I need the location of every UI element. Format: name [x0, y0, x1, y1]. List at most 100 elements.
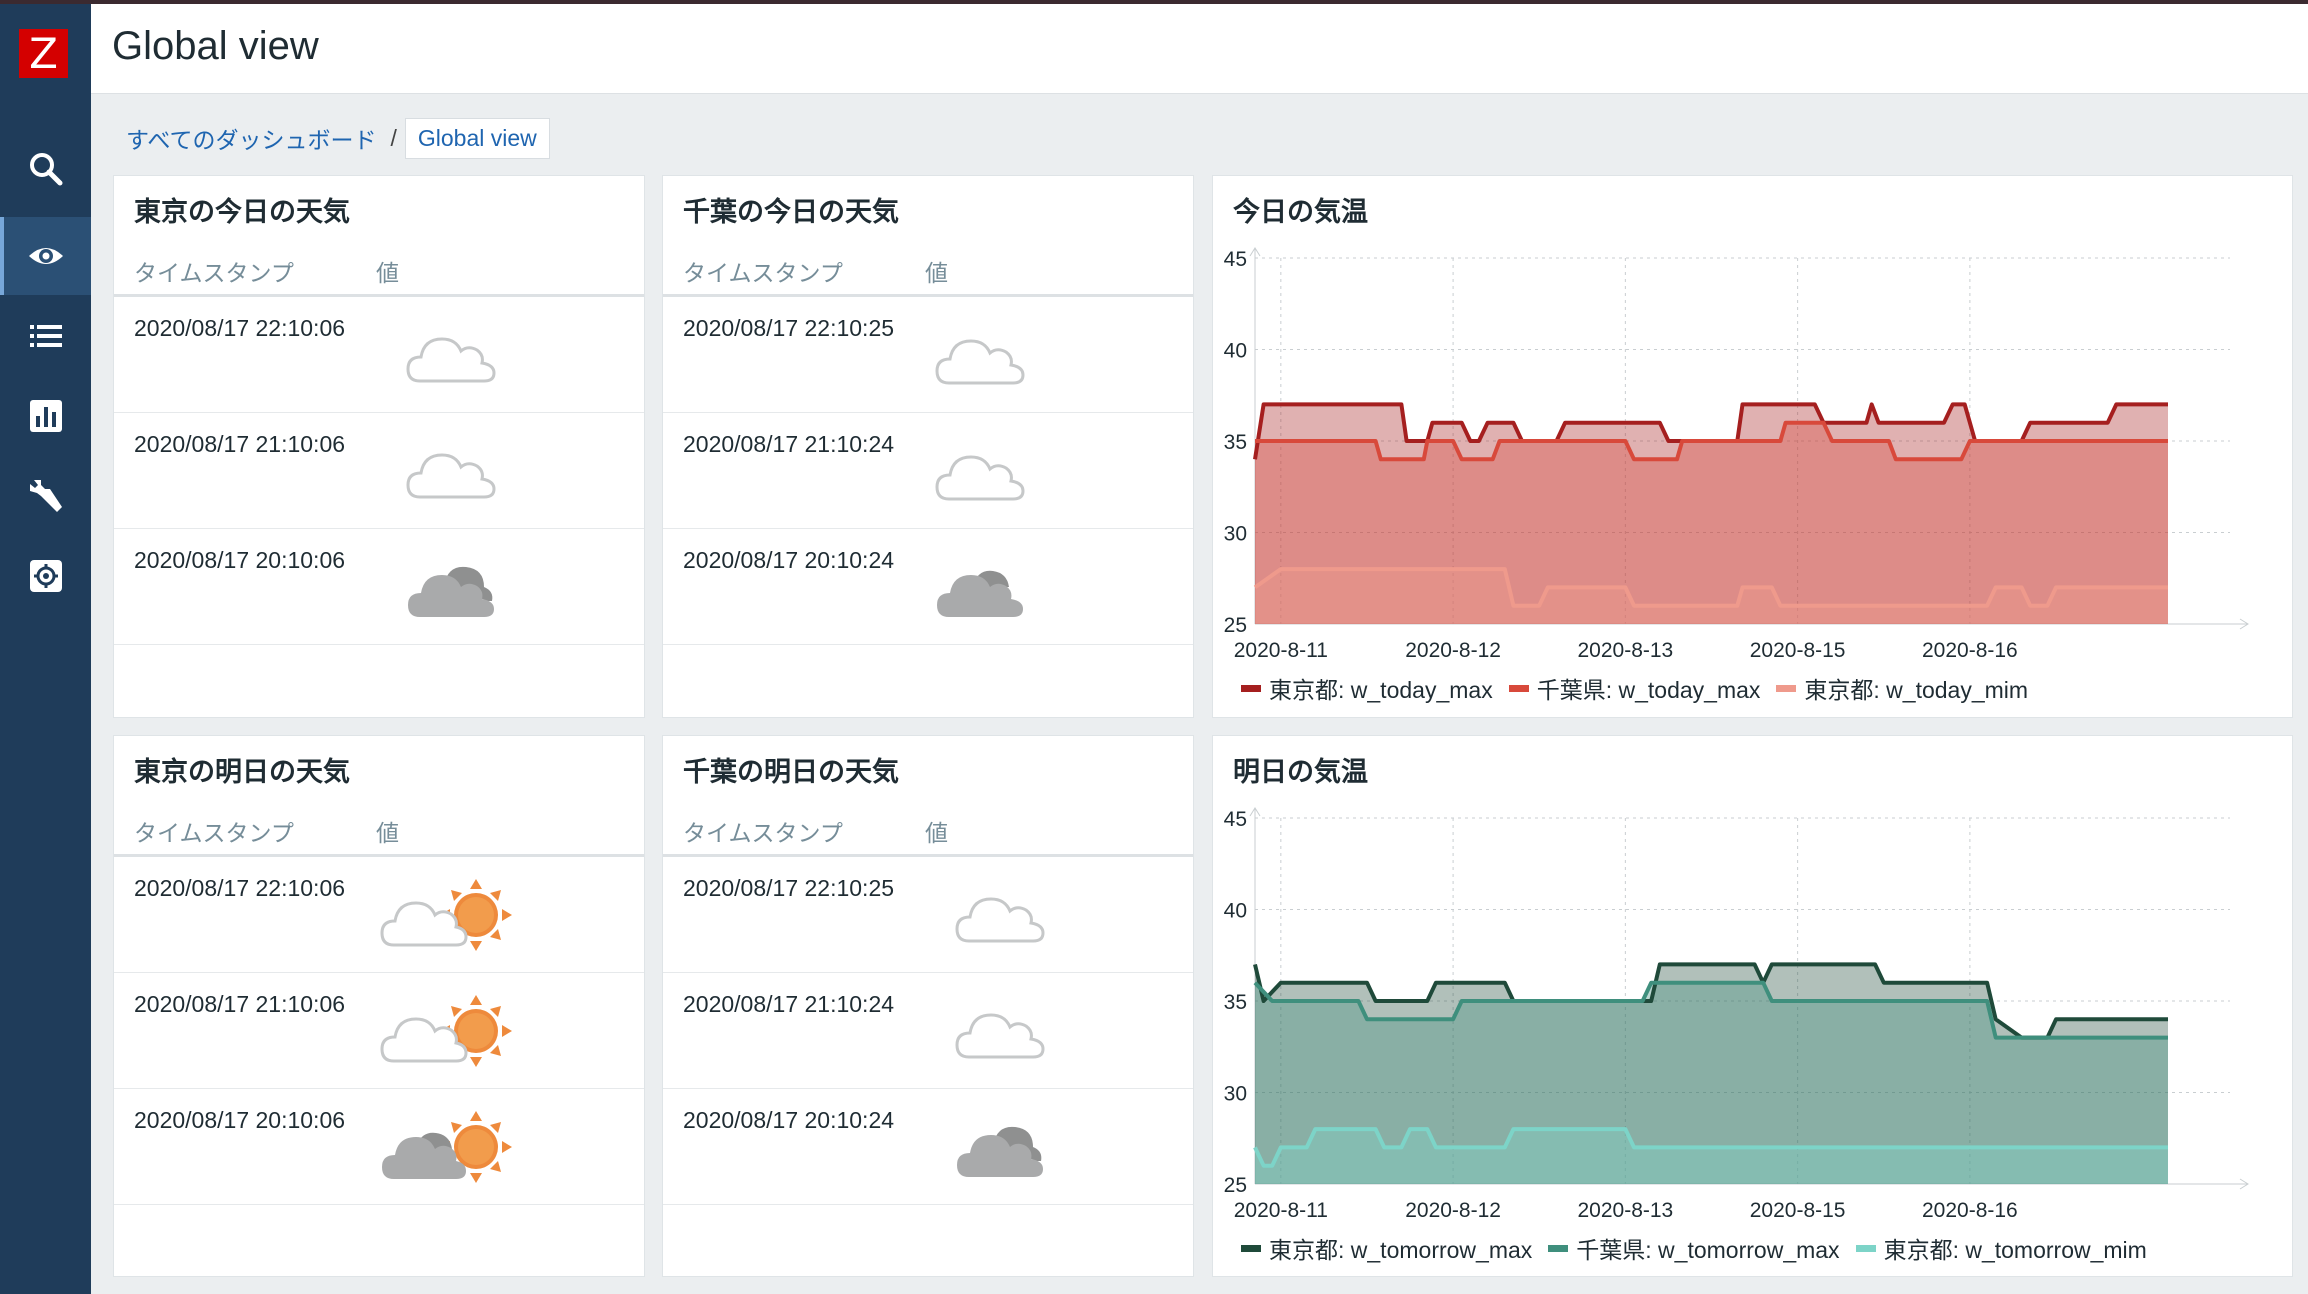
list-icon	[29, 325, 62, 347]
widget-tokyo-tomorrow: 東京の明日の天気 タイムスタンプ 値 2020/08/17 22:10:06 2…	[113, 735, 645, 1277]
widget-title: 千葉の明日の天気	[683, 757, 899, 787]
table-row: 2020/08/17 20:10:24	[663, 529, 1193, 645]
cloud-moon-icon	[933, 307, 1073, 408]
legend-item[interactable]: 千葉県: w_tomorrow_max	[1548, 1231, 1840, 1265]
legend-label: 千葉県: w_tomorrow_max	[1576, 1237, 1840, 1263]
legend-swatch	[1241, 1244, 1261, 1252]
legend-swatch	[1776, 684, 1797, 692]
sidebar-item-monitoring[interactable]	[0, 217, 91, 295]
legend-label: 東京都: w_today_mim	[1804, 677, 2029, 703]
timestamp-cell: 2020/08/17 21:10:06	[134, 431, 346, 457]
y-tick-label: 35	[1224, 431, 1247, 454]
cloud-icon	[404, 307, 500, 408]
table-row: 2020/08/17 22:10:25	[663, 297, 1193, 413]
table-row: 2020/08/17 22:10:25	[663, 857, 1193, 973]
cloud-sun-icon	[380, 983, 520, 1084]
x-tick-label: 2020-8-13	[1577, 1199, 1673, 1222]
legend-item[interactable]: 東京都: w_today_mim	[1776, 671, 2028, 705]
sidebar-item-configuration[interactable]	[0, 457, 91, 535]
table-row: 2020/08/17 21:10:06	[114, 973, 644, 1089]
dark-cloud-sun-icon	[380, 1099, 520, 1200]
legend-item[interactable]: 東京都: w_tomorrow_max	[1241, 1231, 1532, 1265]
sidebar-item-reports[interactable]	[0, 377, 91, 455]
legend-item[interactable]: 千葉県: w_today_max	[1508, 671, 1760, 705]
y-tick-label: 35	[1224, 991, 1247, 1014]
column-header-timestamp: タイムスタンプ	[134, 820, 294, 846]
gear-icon	[29, 560, 62, 592]
table-row: 2020/08/17 21:10:06	[114, 413, 644, 529]
column-header-value: 値	[376, 260, 399, 286]
x-tick-label: 2020-8-13	[1577, 639, 1673, 662]
timestamp-cell: 2020/08/17 20:10:06	[134, 547, 346, 573]
breadcrumb-all-dashboards[interactable]: すべてのダッシュボード	[126, 121, 376, 155]
column-header-value: 値	[376, 820, 399, 846]
table-row: 2020/08/17 21:10:24	[663, 413, 1193, 529]
y-tick-label: 45	[1224, 248, 1247, 271]
wrench-icon	[29, 480, 62, 512]
legend-swatch	[1855, 1244, 1876, 1252]
x-tick-label: 2020-8-15	[1750, 1199, 1846, 1222]
widget-title: 東京の明日の天気	[134, 757, 350, 787]
timestamp-cell: 2020/08/17 22:10:25	[683, 875, 895, 901]
table-row: 2020/08/17 20:10:06	[114, 529, 644, 645]
timestamp-cell: 2020/08/17 20:10:24	[683, 547, 895, 573]
widget-tokyo-today: 東京の今日の天気 タイムスタンプ 値 2020/08/17 22:10:06 2…	[113, 175, 645, 718]
temperature-chart-today[interactable]: 25 30 35 40 45 2020-8-11 2020-8-12 2020-8-13 202…	[1213, 176, 2294, 719]
breadcrumb-current[interactable]: Global view	[404, 117, 550, 159]
column-header-value: 値	[925, 260, 948, 286]
widget-title: 東京の今日の天気	[134, 197, 350, 227]
x-tick-label: 2020-8-12	[1405, 1199, 1501, 1222]
x-tick-label: 2020-8-15	[1750, 639, 1846, 662]
chart-legend: 東京都: w_tomorrow_max 千葉県: w_tomorrow_max 東京…	[1241, 1231, 2147, 1265]
legend-item[interactable]: 東京都: w_today_max	[1241, 671, 1493, 705]
table-row: 2020/08/17 22:10:06	[114, 297, 644, 413]
sidebar-item-inventory[interactable]	[0, 297, 91, 375]
x-tick-label: 2020-8-16	[1922, 639, 2018, 662]
cloud-icon	[404, 423, 500, 524]
legend-swatch	[1241, 684, 1261, 692]
legend-swatch	[1548, 1244, 1569, 1252]
x-tick-label: 2020-8-12	[1405, 639, 1501, 662]
column-header-timestamp: タイムスタンプ	[683, 820, 843, 846]
sidebar: Z	[0, 0, 91, 1294]
dark-cloud-icon	[953, 1099, 1049, 1200]
timestamp-cell: 2020/08/17 20:10:06	[134, 1107, 346, 1133]
sidebar-item-administration[interactable]	[0, 537, 91, 615]
eye-icon	[28, 248, 63, 264]
x-tick-label: 2020-8-11	[1234, 639, 1328, 662]
column-header-value: 値	[925, 820, 948, 846]
legend-label: 東京都: w_tomorrow_max	[1269, 1237, 1533, 1263]
legend-label: 東京都: w_tomorrow_mim	[1883, 1237, 2147, 1263]
y-tick-label: 25	[1224, 1174, 1247, 1197]
column-header-timestamp: タイムスタンプ	[134, 260, 294, 286]
dark-cloud-moon-icon	[933, 539, 1073, 640]
search-icon	[29, 153, 62, 186]
chart-legend: 東京都: w_today_max 千葉県: w_today_max 東京都: w_t…	[1241, 671, 2028, 705]
widget-chiba-tomorrow: 千葉の明日の天気 タイムスタンプ 値 2020/08/17 22:10:25 2…	[662, 735, 1194, 1277]
legend-item[interactable]: 東京都: w_tomorrow_mim	[1855, 1231, 2147, 1265]
cloud-icon	[953, 983, 1049, 1084]
x-tick-label: 2020-8-11	[1234, 1199, 1328, 1222]
zabbix-logo[interactable]: Z	[19, 29, 68, 78]
widget-title: 千葉の今日の天気	[683, 197, 899, 227]
page-header: Global view	[91, 4, 2308, 94]
timestamp-cell: 2020/08/17 22:10:25	[683, 315, 895, 341]
sidebar-item-search[interactable]	[0, 130, 91, 208]
cloud-icon	[953, 867, 1049, 968]
top-border	[0, 0, 2308, 4]
timestamp-cell: 2020/08/17 22:10:06	[134, 875, 346, 901]
legend-swatch	[1508, 684, 1529, 692]
table-row: 2020/08/17 22:10:06	[114, 857, 644, 973]
temperature-chart-tomorrow[interactable]: 25 30 35 40 45 2020-8-11 2020-8-12 2020-8-13 202…	[1213, 736, 2294, 1278]
x-tick-label: 2020-8-16	[1922, 1199, 2018, 1222]
report-icon	[29, 400, 62, 432]
legend-label: 東京都: w_today_max	[1269, 677, 1493, 703]
timestamp-cell: 2020/08/17 21:10:24	[683, 431, 895, 457]
y-tick-label: 25	[1224, 614, 1247, 637]
widget-today-temperature-chart: 今日の気温 25 30 35 40 45 2020-8-11 2020-8-12 2020-8…	[1212, 175, 2293, 718]
timestamp-cell: 2020/08/17 21:10:06	[134, 991, 346, 1017]
widget-tomorrow-temperature-chart: 明日の気温 25 30 35 40 45 2020-8-11 2020-8-12 2020-8…	[1212, 735, 2293, 1277]
y-tick-label: 40	[1224, 340, 1247, 363]
dark-cloud-icon	[404, 539, 500, 640]
widget-chiba-today: 千葉の今日の天気 タイムスタンプ 値 2020/08/17 22:10:25 2…	[662, 175, 1194, 718]
